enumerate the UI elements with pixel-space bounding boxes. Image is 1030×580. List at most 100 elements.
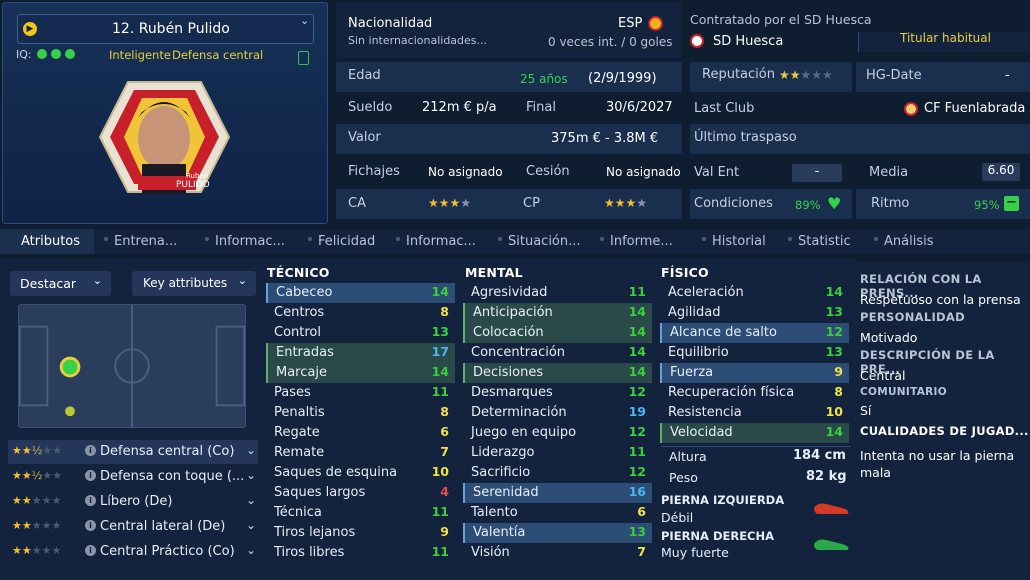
main-position-marker <box>59 356 81 378</box>
attribute-row[interactable]: Regate 6 <box>266 423 455 443</box>
chevron-down-icon[interactable]: ⌄ <box>246 518 256 532</box>
info-icon[interactable]: i <box>85 545 96 556</box>
iq-dot-icon <box>37 49 47 59</box>
chevron-down-icon[interactable]: ⌄ <box>246 468 256 482</box>
attribute-value: 9 <box>834 364 843 379</box>
attribute-name: Técnica <box>274 505 322 520</box>
condition-value: 89% <box>795 198 821 212</box>
attribute-value: 12 <box>628 464 646 479</box>
attribute-row[interactable]: Tiros libres 11 <box>266 543 455 563</box>
attribute-row[interactable]: Sacrificio 12 <box>463 463 652 483</box>
tab-analysis[interactable]: Análisis <box>884 234 933 249</box>
attribute-value: 11 <box>628 284 646 299</box>
attribute-row[interactable]: Saques de esquina 10 <box>266 463 455 483</box>
tab-history[interactable]: Historial <box>712 234 766 249</box>
signings-value: No asignado <box>428 165 503 179</box>
lastclub-value[interactable]: CF Fuenlabrada <box>924 101 1025 116</box>
attribute-row[interactable]: Remate 7 <box>266 443 455 463</box>
attribute-row[interactable]: Pases 11 <box>266 383 455 403</box>
mental-heading: MENTAL <box>465 265 523 280</box>
chevron-down-icon[interactable]: ⌄ <box>246 443 256 457</box>
attribute-row[interactable]: Cabeceo 14 <box>266 283 455 303</box>
cp-stars: ★★★★ <box>604 196 648 210</box>
role-row[interactable]: ★★★★★ i Central lateral (De) ⌄ <box>8 515 258 539</box>
attribute-row[interactable]: Entradas 17 <box>266 343 455 363</box>
rhythm-label: Ritmo <box>871 196 910 211</box>
attribute-row[interactable]: Recuperación física 8 <box>660 383 849 403</box>
attribute-row[interactable]: Equilibrio 13 <box>660 343 849 363</box>
chevron-down-icon[interactable]: ⌄ <box>300 14 309 27</box>
attribute-row[interactable]: Anticipación 14 <box>463 303 652 323</box>
wage-value: 212m € p/a <box>422 100 497 115</box>
tab-separator <box>498 237 502 241</box>
attribute-row[interactable]: Técnica 11 <box>266 503 455 523</box>
right-foot-value: Muy fuerte <box>661 545 729 560</box>
tab-attributes[interactable]: Atributos <box>21 234 80 249</box>
info-icon[interactable]: i <box>85 495 96 506</box>
attribute-row[interactable]: Centros 8 <box>266 303 455 323</box>
attribute-row[interactable]: Fuerza 9 <box>660 363 849 383</box>
attribute-row[interactable]: Control 13 <box>266 323 455 343</box>
attribute-row[interactable]: Juego en equipo 12 <box>463 423 652 443</box>
attribute-row[interactable]: Tiros lejanos 9 <box>266 523 455 543</box>
info-icon[interactable]: i <box>85 470 96 481</box>
info-icon[interactable]: i <box>85 445 96 456</box>
attribute-name: Determinación <box>471 405 567 420</box>
tab-separator <box>396 237 400 241</box>
role-row[interactable]: ★★★★★ i Central Práctico (Co) ⌄ <box>8 540 258 564</box>
attribute-name: Fuerza <box>670 365 714 380</box>
role-row[interactable]: ★★½★★ i Defensa con toque (... ⌄ <box>8 465 258 489</box>
chevron-down-icon[interactable]: ⌄ <box>246 493 256 507</box>
personality-heading: PERSONALIDAD <box>860 310 965 324</box>
rhythm-icon: − <box>1004 196 1019 211</box>
chevron-down-icon: ⌄ <box>92 274 102 287</box>
attribute-row[interactable]: Decisiones 14 <box>463 363 652 383</box>
attribute-name: Serenidad <box>473 485 539 500</box>
tab-happiness[interactable]: Felicidad <box>318 234 375 249</box>
attribute-value: 12 <box>628 384 646 399</box>
attribute-row[interactable]: Liderazgo 11 <box>463 443 652 463</box>
lastclub-badge-icon <box>904 102 918 116</box>
tab-situation[interactable]: Situación... <box>508 234 581 249</box>
press-value: Respetuoso con la prensa <box>860 292 1021 307</box>
tab-training[interactable]: Entrena... <box>114 234 177 249</box>
attribute-row[interactable]: Saques largos 4 <box>266 483 455 503</box>
attribute-row[interactable]: Agresividad 11 <box>463 283 652 303</box>
attribute-row[interactable]: Velocidad 14 <box>660 423 849 443</box>
attribute-row[interactable]: Penaltis 8 <box>266 403 455 423</box>
role-row[interactable]: ★★½★★ i Defensa central (Co) ⌄ <box>8 440 258 464</box>
attribute-row[interactable]: Marcaje 14 <box>266 363 455 383</box>
clipboard-icon[interactable] <box>298 51 309 65</box>
attribute-row[interactable]: Colocación 14 <box>463 323 652 343</box>
left-foot-value: Débil <box>661 510 694 525</box>
tab-info2[interactable]: Informac... <box>406 234 476 249</box>
role-row[interactable]: ★★★★★ i Líbero (De) ⌄ <box>8 490 258 514</box>
chevron-down-icon[interactable]: ⌄ <box>246 543 256 557</box>
attribute-row[interactable]: Concentración 14 <box>463 343 652 363</box>
attribute-row[interactable]: Talento 6 <box>463 503 652 523</box>
info-icon[interactable]: i <box>85 520 96 531</box>
attribute-row[interactable]: Resistencia 10 <box>660 403 849 423</box>
attribute-name: Saques de esquina <box>274 465 398 480</box>
attribute-row[interactable]: Serenidad 16 <box>463 483 652 503</box>
attribute-row[interactable]: Aceleración 14 <box>660 283 849 303</box>
tab-info1[interactable]: Informac... <box>215 234 285 249</box>
attribute-row[interactable]: Agilidad 13 <box>660 303 849 323</box>
highlight-dropdown[interactable]: Destacar ⌄ <box>10 271 111 296</box>
attribute-value: 8 <box>440 404 449 419</box>
attribute-row[interactable]: Determinación 19 <box>463 403 652 423</box>
attribute-row[interactable]: Desmarques 12 <box>463 383 652 403</box>
key-attributes-dropdown[interactable]: Key attributes ⌄ <box>132 271 256 296</box>
tab-statistic[interactable]: Statistic <box>798 234 851 249</box>
attribute-row[interactable]: Valentía 13 <box>463 523 652 543</box>
reputation-label: Reputación <box>702 67 775 82</box>
attribute-row[interactable]: Alcance de salto 12 <box>660 323 849 343</box>
attribute-value: 11 <box>431 544 449 559</box>
club-name[interactable]: SD Huesca <box>713 34 783 49</box>
attribute-name: Recuperación física <box>668 385 795 400</box>
wage-label: Sueldo <box>348 100 393 115</box>
right-foot-label: PIERNA DERECHA <box>661 529 775 543</box>
divider <box>661 446 851 447</box>
attribute-row[interactable]: Visión 7 <box>463 543 652 563</box>
tab-report[interactable]: Informe... <box>610 234 673 249</box>
